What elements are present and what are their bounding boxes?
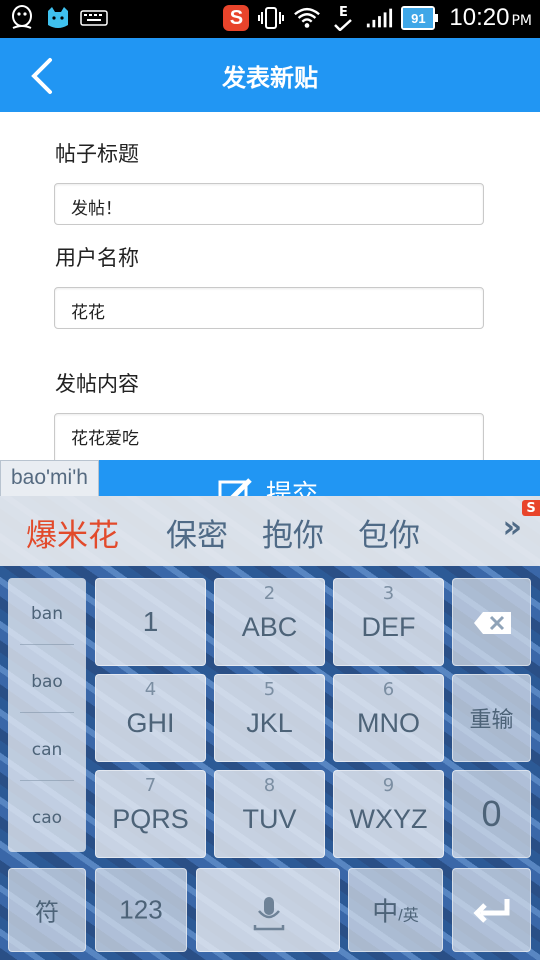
candidate-1[interactable]: 爆米花: [26, 510, 119, 555]
key-5[interactable]: 5 JKL: [214, 674, 325, 762]
symbol-key[interactable]: 符: [8, 868, 86, 952]
page-title: 发表新贴: [222, 64, 318, 92]
enter-key[interactable]: [452, 868, 531, 952]
candidate-bar: 爆米花 保密 抱你 包你 » S: [0, 496, 540, 566]
sogou-icon: S: [223, 5, 250, 31]
key-2[interactable]: 2 ABC: [214, 578, 325, 666]
key-letters: DEF: [361, 612, 416, 642]
language-switch-key[interactable]: 中/英: [348, 868, 443, 952]
number-mode-label: 123: [119, 894, 163, 925]
key-0[interactable]: 0: [452, 770, 531, 858]
lang-alt: /英: [398, 907, 419, 925]
network-type-icon: E: [329, 4, 357, 32]
microphone-icon: [253, 897, 285, 931]
backspace-key[interactable]: [452, 578, 531, 666]
pinyin-option[interactable]: cao: [8, 808, 86, 828]
title-label: 帖子标题: [55, 142, 139, 166]
key-digit: 2: [263, 583, 276, 604]
battery-icon: 91: [401, 6, 439, 30]
key-digit: 6: [382, 679, 395, 700]
signal-icon: [365, 4, 393, 32]
clock-ampm: PM: [511, 13, 532, 29]
pinyin-option[interactable]: bao: [8, 672, 86, 692]
key-letters: ABC: [241, 612, 298, 642]
network-letter: E: [338, 4, 348, 20]
key-6[interactable]: 6 MNO: [333, 674, 444, 762]
key-7[interactable]: 7 PQRS: [95, 770, 206, 858]
key-8[interactable]: 8 TUV: [214, 770, 325, 858]
key-digit: 5: [263, 679, 276, 700]
cat-icon: [44, 4, 72, 32]
wifi-icon: [293, 4, 321, 32]
key-0-label: 0: [481, 793, 502, 834]
candidate-2[interactable]: 保密: [166, 510, 228, 555]
pinyin-list: ban bao can cao: [8, 578, 86, 852]
key-digit: 3: [382, 583, 395, 604]
key-letters: MNO: [357, 708, 420, 738]
vibrate-icon: [257, 4, 285, 32]
username-label: 用户名称: [55, 246, 139, 270]
pinyin-option[interactable]: ban: [8, 604, 86, 624]
key-digit: 4: [144, 679, 157, 700]
enter-icon: [473, 899, 510, 923]
key-letters: JKL: [246, 708, 293, 738]
double-chevron-right-icon[interactable]: »: [503, 510, 522, 545]
clock-time: 10:20: [449, 4, 510, 31]
candidate-3[interactable]: 抱你: [262, 510, 324, 555]
backspace-icon: [474, 612, 511, 634]
space-key[interactable]: [196, 868, 340, 952]
key-digit: 9: [382, 775, 395, 796]
reinput-key[interactable]: 重输: [452, 674, 531, 762]
title-input[interactable]: 发帖！: [54, 183, 484, 225]
ime-keyboard: 爆米花 保密 抱你 包你 » S ban bao can cao 1 2 ABC…: [0, 496, 540, 960]
battery-level: 91: [411, 10, 426, 26]
key-9[interactable]: 9 WXYZ: [333, 770, 444, 858]
key-1[interactable]: 1: [95, 578, 206, 666]
lang-main: 中: [372, 896, 399, 927]
app-header: 发表新贴: [0, 38, 540, 112]
content-label: 发帖内容: [55, 372, 139, 396]
key-digit: 7: [144, 775, 157, 796]
status-bar: S E 91 10:20 PM: [0, 0, 540, 38]
key-letters: WXYZ: [349, 804, 428, 834]
key-4[interactable]: 4 GHI: [95, 674, 206, 762]
key-3[interactable]: 3 DEF: [333, 578, 444, 666]
candidate-4[interactable]: 包你: [358, 510, 420, 555]
ime-composing-text: bao'mi'h: [0, 460, 99, 498]
pinyin-option[interactable]: can: [8, 740, 86, 760]
reinput-label: 重输: [469, 707, 514, 732]
sogou-mini-icon: S: [522, 500, 540, 516]
qq-icon: [8, 4, 36, 32]
key-1-label: 1: [142, 606, 159, 637]
key-digit: 8: [263, 775, 276, 796]
username-input[interactable]: 花花: [54, 287, 484, 329]
key-letters: PQRS: [112, 804, 189, 834]
keyboard-icon: [80, 4, 108, 32]
number-mode-key[interactable]: 123: [95, 868, 187, 952]
key-letters: GHI: [126, 708, 175, 738]
key-letters: TUV: [242, 804, 297, 834]
symbol-label: 符: [35, 899, 59, 927]
clock: 10:20 PM: [449, 4, 532, 32]
